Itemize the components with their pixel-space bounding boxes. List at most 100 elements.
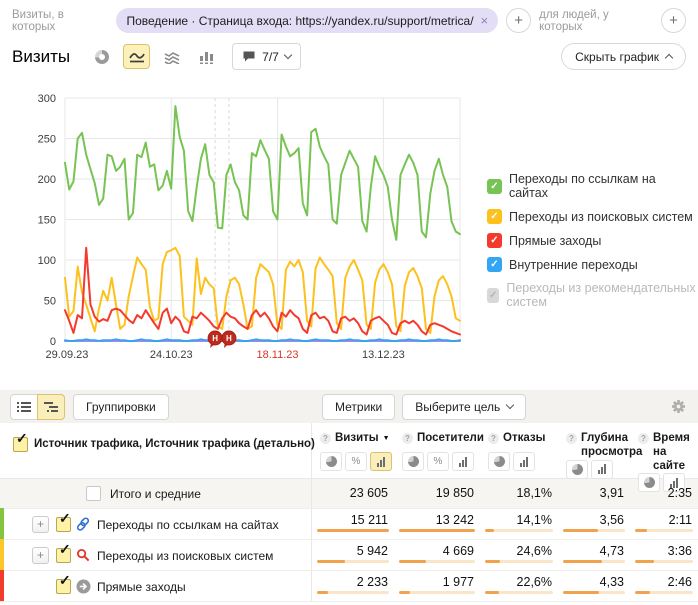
metric-label-row[interactable]: ?Время на сайте: [638, 432, 698, 473]
metric-label-row[interactable]: ?Посетители: [402, 432, 480, 446]
metric-mode-pie-button[interactable]: [566, 460, 588, 479]
metric-mode-pie-button[interactable]: [320, 452, 342, 471]
value-bar-track: [485, 591, 553, 594]
visits-chart[interactable]: 05010015020025030029.09.2324.10.2318.11.…: [0, 72, 698, 364]
pie-mode-icon: [408, 456, 419, 467]
metrics-button[interactable]: Метрики: [322, 394, 395, 420]
row-label[interactable]: Переходы по ссылкам на сайтах: [97, 518, 279, 532]
series-line[interactable]: [65, 248, 460, 333]
help-icon[interactable]: ?: [488, 433, 499, 444]
metric-cell: 4,33: [558, 571, 630, 601]
metric-columns-header: ?Визиты▼% ?Посетители% ?Отказы ?Глубина про…: [312, 423, 698, 478]
display-mode-group: [566, 460, 630, 479]
help-icon[interactable]: ?: [566, 433, 577, 444]
legend-checkbox[interactable]: ✓: [487, 179, 502, 194]
segment-chip[interactable]: Поведение · Страница входа: https://yand…: [116, 8, 498, 33]
groupings-button[interactable]: Группировки: [73, 394, 169, 420]
link-icon: [76, 517, 91, 532]
hide-chart-button[interactable]: Скрыть график: [561, 43, 686, 70]
column-chart-icon: [199, 50, 214, 64]
add-user-condition-button[interactable]: +: [661, 8, 686, 33]
chart-type-pie-button[interactable]: [88, 44, 115, 69]
x-axis-tick-label: 29.09.23: [46, 349, 89, 361]
goal-select-label: Выберите цель: [415, 400, 500, 414]
y-axis-tick-label: 250: [38, 134, 56, 146]
row-checkbox[interactable]: [86, 486, 101, 501]
segment-filter-bar: Визиты, в которых Поведение · Страница в…: [0, 0, 698, 35]
row-label[interactable]: Переходы из поисковых систем: [97, 549, 273, 563]
help-icon[interactable]: ?: [320, 433, 331, 444]
source-type-icon: [76, 579, 91, 599]
legend-checkbox[interactable]: ✓: [487, 288, 499, 303]
row-label[interactable]: Прямые заходы: [97, 580, 186, 594]
select-all-checkbox[interactable]: ✓: [13, 437, 28, 452]
value-bar-fill: [635, 529, 647, 532]
metric-mode-bars-button[interactable]: [452, 452, 474, 471]
metric-cell: 23 605: [312, 479, 394, 508]
metric-label-row[interactable]: ?Глубина просмотра: [566, 432, 630, 460]
totals-dimension-cell: Итого и средние: [0, 479, 312, 508]
annotation-pin-letter: Н: [226, 334, 232, 343]
list-view-button[interactable]: [10, 394, 38, 420]
metric-label-row[interactable]: ?Отказы: [488, 432, 558, 446]
series-line[interactable]: [65, 339, 460, 341]
page-title: Визиты: [12, 47, 70, 67]
value-bar-fill: [563, 591, 599, 594]
metric-mode-pie-button[interactable]: [402, 452, 424, 471]
metric-cell: 24,6%: [480, 540, 558, 570]
metric-cell: 2 233: [312, 571, 394, 601]
metric-mode-percent-button[interactable]: %: [345, 452, 367, 471]
pie-mode-icon: [572, 464, 583, 475]
list-view-icon: [17, 401, 31, 413]
chart-type-columns-button[interactable]: [193, 44, 220, 69]
chart-legend: ✓Переходы по ссылкам на сайтах ✓Переходы …: [487, 172, 698, 309]
legend-checkbox[interactable]: ✓: [487, 209, 502, 224]
add-visit-condition-button[interactable]: +: [506, 8, 531, 33]
chart-type-area-button[interactable]: [158, 44, 185, 69]
metric-mode-percent-button[interactable]: %: [427, 452, 449, 471]
legend-item[interactable]: ✓Переходы из поисковых систем: [487, 209, 698, 224]
value-bar-track: [563, 529, 625, 532]
row-checkbox[interactable]: ✓: [56, 548, 71, 563]
legend-checkbox[interactable]: ✓: [487, 257, 502, 272]
expand-row-button[interactable]: +: [32, 547, 49, 564]
legend-item[interactable]: ✓Переходы по ссылкам на сайтах: [487, 172, 698, 200]
metric-mode-bars-button[interactable]: [591, 460, 613, 479]
value-bar-fill: [317, 529, 389, 532]
value-bar-track: [399, 591, 475, 594]
metric-mode-pie-button[interactable]: [488, 452, 510, 471]
metric-cell: 3:36: [630, 540, 698, 570]
help-icon[interactable]: ?: [402, 433, 413, 444]
goal-select-dropdown[interactable]: Выберите цель: [402, 394, 526, 420]
metric-label-row[interactable]: ?Визиты▼: [320, 432, 394, 446]
metric-column-header: ?Глубина просмотра: [558, 423, 630, 478]
checkmark-icon: ✓: [59, 542, 71, 556]
table-body: Итого и средние23 60519 85018,1%3,912:35…: [0, 479, 698, 602]
bars-mode-icon: [377, 457, 385, 467]
y-axis-tick-label: 150: [38, 215, 56, 227]
table-settings-button[interactable]: [671, 399, 686, 419]
annotation-pin[interactable]: Н: [222, 331, 236, 348]
annotations-dropdown[interactable]: 7/7: [232, 43, 301, 70]
expand-row-button[interactable]: +: [32, 516, 49, 533]
chart-type-line-button[interactable]: [123, 44, 150, 69]
metric-value: 5 942: [312, 544, 394, 558]
annotation-pin[interactable]: Н: [208, 331, 222, 348]
legend-item[interactable]: ✓Внутренние переходы: [487, 257, 698, 272]
tree-view-button[interactable]: [37, 394, 65, 420]
source-type-icon: [76, 548, 90, 567]
metric-mode-bars-button[interactable]: [370, 452, 392, 471]
legend-item[interactable]: ✓Прямые заходы: [487, 233, 698, 248]
percent-mode-icon: %: [434, 456, 443, 467]
pie-mode-icon: [494, 456, 505, 467]
chip-close-icon[interactable]: ×: [481, 14, 489, 27]
metric-cell: 5 942: [312, 540, 394, 570]
row-checkbox[interactable]: ✓: [56, 579, 71, 594]
help-icon[interactable]: ?: [638, 433, 649, 444]
legend-item[interactable]: ✓Переходы из рекомендательных систем: [487, 281, 698, 309]
filter-suffix-label: для людей, у которых: [539, 9, 653, 33]
value-bar-track: [635, 529, 693, 532]
metric-mode-bars-button[interactable]: [513, 452, 535, 471]
row-checkbox[interactable]: ✓: [56, 517, 71, 532]
legend-checkbox[interactable]: ✓: [487, 233, 502, 248]
